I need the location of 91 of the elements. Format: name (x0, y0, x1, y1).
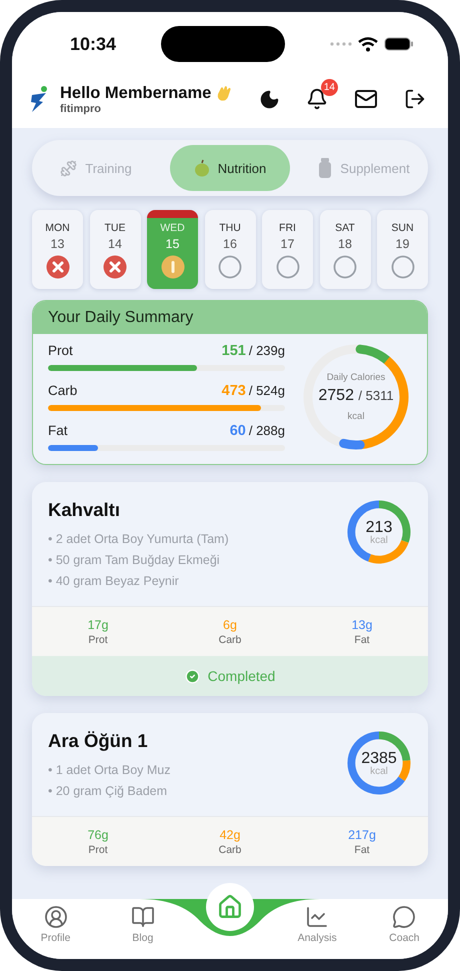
empty-circle-icon (218, 255, 242, 279)
macro-name: Fat (48, 423, 68, 438)
meal-kcal: 213 (366, 518, 392, 536)
home-icon (216, 894, 243, 920)
cross-icon (46, 255, 70, 279)
macro-value: 60 / 288g (230, 423, 285, 439)
empty-circle-icon (390, 255, 414, 279)
summary-title: Your Daily Summary (33, 301, 427, 334)
day-date: 18 (338, 237, 352, 251)
check-icon (184, 668, 200, 684)
macro-label: Carb (218, 634, 242, 646)
battery-icon (384, 37, 414, 51)
dumbbell-icon (60, 160, 78, 176)
wifi-icon (358, 36, 378, 52)
chart-icon (305, 905, 330, 929)
day-name: WED (160, 222, 185, 234)
macro-amount: 17g (88, 618, 108, 632)
macro-amount: 6g (223, 618, 237, 632)
status-time: 10:34 (70, 34, 116, 54)
nav-item[interactable]: Analysis (282, 905, 352, 944)
macro-label: Fat (354, 634, 370, 646)
donut-ring (346, 730, 412, 796)
meal-kcal: 2385 (361, 750, 397, 766)
macro-amount: 13g (352, 618, 372, 632)
macro-label: Prot (88, 844, 108, 856)
logo-icon (28, 85, 50, 113)
macro-name: Carb (48, 383, 78, 398)
day-name: FRI (279, 222, 296, 234)
notification-badge: 14 (320, 79, 338, 96)
macro-label: Fat (354, 844, 370, 856)
day-name: MON (45, 222, 70, 234)
day-button[interactable]: FRI 17 (262, 210, 313, 289)
day-date: 15 (166, 237, 180, 251)
day-name: TUE (104, 222, 126, 234)
day-name: THU (219, 222, 241, 234)
meal-title: Kahvaltı (48, 499, 121, 521)
logout-icon[interactable] (404, 88, 426, 110)
profile-icon (44, 905, 68, 929)
meal-item: • 1 adet Orta Boy Muz (48, 762, 170, 779)
mail-icon[interactable] (354, 87, 378, 111)
calories-value: 2752 / 5311 (318, 387, 394, 405)
greeting-title: Hello Membername (60, 84, 212, 102)
calories-unit: kcal (348, 411, 364, 422)
meal-title: Ara Öğün 1 (48, 730, 149, 752)
day-button[interactable]: TUE 14 (90, 210, 140, 289)
meal-item: • 20 gram Çiğ Badem (48, 783, 168, 800)
waving-hand-icon (215, 84, 232, 102)
brand-name: fitimpro (60, 102, 102, 114)
macro-name: Prot (48, 343, 73, 358)
macro-amount: 217g (348, 828, 376, 842)
nav-item[interactable]: Profile (20, 905, 91, 944)
meal-kcal-unit: kcal (370, 534, 388, 546)
macro-label: Carb (218, 844, 242, 856)
macro-amount: 42g (220, 828, 240, 842)
calories-label: Daily Calories (326, 372, 386, 383)
signal-icon (330, 42, 352, 46)
day-date: 17 (280, 237, 294, 251)
nav-item[interactable]: Blog (108, 905, 178, 944)
meal-item: • 40 gram Beyaz Peynir (48, 573, 180, 590)
meal-item: • 50 gram Tam Buğday Ekmeği (48, 552, 221, 569)
macro-value: 473 / 524g (222, 383, 285, 399)
tab[interactable]: Nutrition (170, 145, 290, 191)
bottle-icon (318, 158, 332, 178)
coin-icon (160, 255, 184, 279)
macro-amount: 76g (88, 828, 108, 842)
donut-ring (346, 499, 412, 565)
notifications-icon[interactable] (306, 88, 328, 110)
day-button[interactable]: THU 16 (204, 210, 256, 289)
book-icon (130, 905, 155, 929)
day-name: SUN (391, 222, 414, 234)
meal-item: • 2 adet Orta Boy Yumurta (Tam) (48, 531, 229, 548)
day-date: 19 (396, 237, 410, 251)
home-button[interactable] (206, 883, 254, 931)
macro-label: Prot (88, 634, 108, 646)
day-date: 13 (50, 237, 64, 251)
empty-circle-icon (333, 255, 357, 279)
day-button[interactable]: MON 13 (32, 210, 83, 289)
day-date: 14 (108, 237, 122, 251)
day-name: SAT (335, 222, 355, 234)
day-button[interactable]: SUN 19 (377, 210, 428, 289)
nav-item[interactable]: Coach (369, 905, 440, 944)
empty-circle-icon (276, 255, 300, 279)
apple-icon (194, 159, 210, 177)
meal-kcal-unit: kcal (370, 766, 388, 776)
day-date: 16 (223, 237, 237, 251)
day-button[interactable]: SAT 18 (320, 210, 370, 289)
chat-icon (392, 905, 416, 929)
completed-label: Completed (208, 668, 276, 684)
moon-icon[interactable] (259, 88, 280, 110)
cross-icon (103, 255, 127, 279)
macro-value: 151 / 239g (222, 343, 285, 359)
